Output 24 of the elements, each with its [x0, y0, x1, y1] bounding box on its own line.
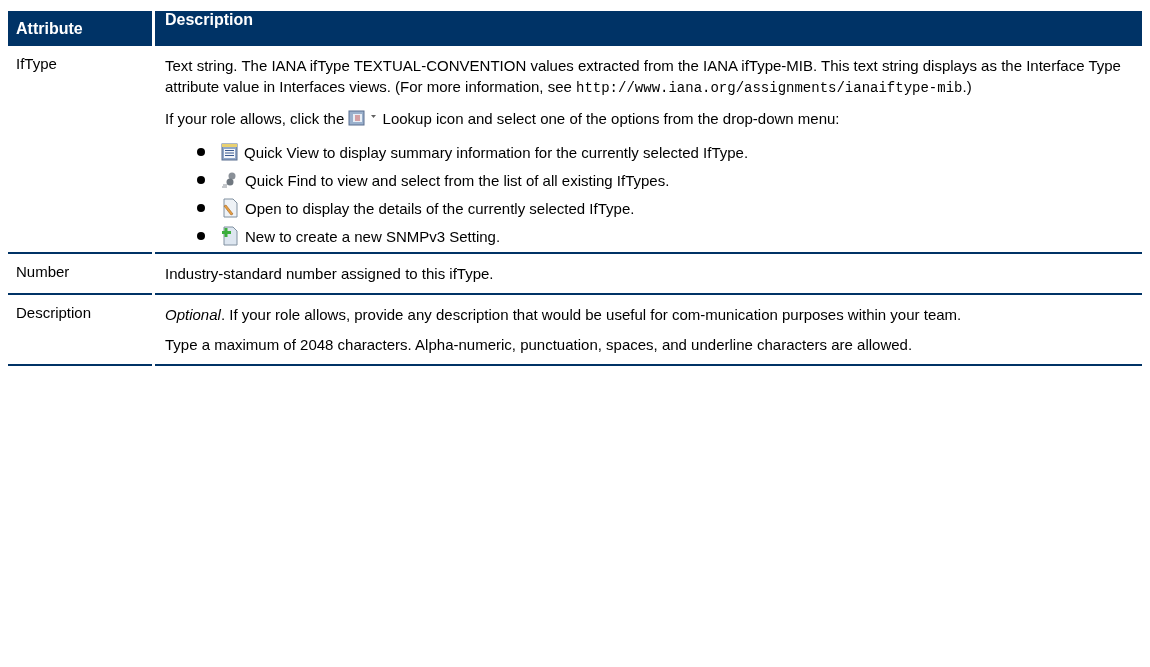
description-text: Lookup icon and select one of the options from the drop-down menu: — [382, 110, 840, 127]
pencil-document-icon — [221, 198, 239, 218]
attribute-name: IfType — [16, 55, 57, 72]
description-text: Type a maximum of 2048 characters. Alpha-numeric, punctuation, spaces, and underline characters are allowed. — [165, 335, 914, 355]
bullet-icon — [197, 176, 205, 184]
description-text: Optional. If your role allows, provide any description that would be useful for com-munication purposes within your team. — [165, 305, 963, 325]
bullet-icon — [197, 148, 205, 156]
lookup-dropdown-icon — [348, 109, 379, 127]
description-text: If your role allows, click the — [165, 110, 345, 127]
list-window-icon — [221, 143, 238, 161]
option-text: New to create a new SNMPv3 Setting. — [245, 227, 501, 245]
attribute-name: Description — [16, 304, 92, 321]
column-header: Attribute — [8, 11, 152, 46]
description-text: Industry-standard number assigned to this ifType. — [165, 264, 495, 284]
description-text: Text string. The IANA ifType TEXTUAL-CONVENTION values extracted from the IANA ifType-MIB. This text string displays as the Interface Type attribute value in Interfaces views. (For more information, see http://www.iana.org/assignments/ianaiftype-mib.) — [165, 56, 1122, 98]
bullet-icon — [197, 204, 205, 212]
attribute-name: Number — [16, 263, 70, 280]
plus-document-icon — [221, 226, 239, 246]
option-text: Quick Find to view and select from the list of all existing IfTypes. — [245, 171, 670, 189]
option-text: Quick View to display summary information for the currently selected IfType. — [244, 143, 749, 161]
column-header: Description — [155, 11, 1142, 46]
bullet-icon — [197, 232, 205, 240]
url-text: http://www.iana.org/assignments/ianaiftype-mib — [576, 80, 963, 96]
option-text: Open to display the details of the currently selected IfType. — [245, 199, 635, 217]
